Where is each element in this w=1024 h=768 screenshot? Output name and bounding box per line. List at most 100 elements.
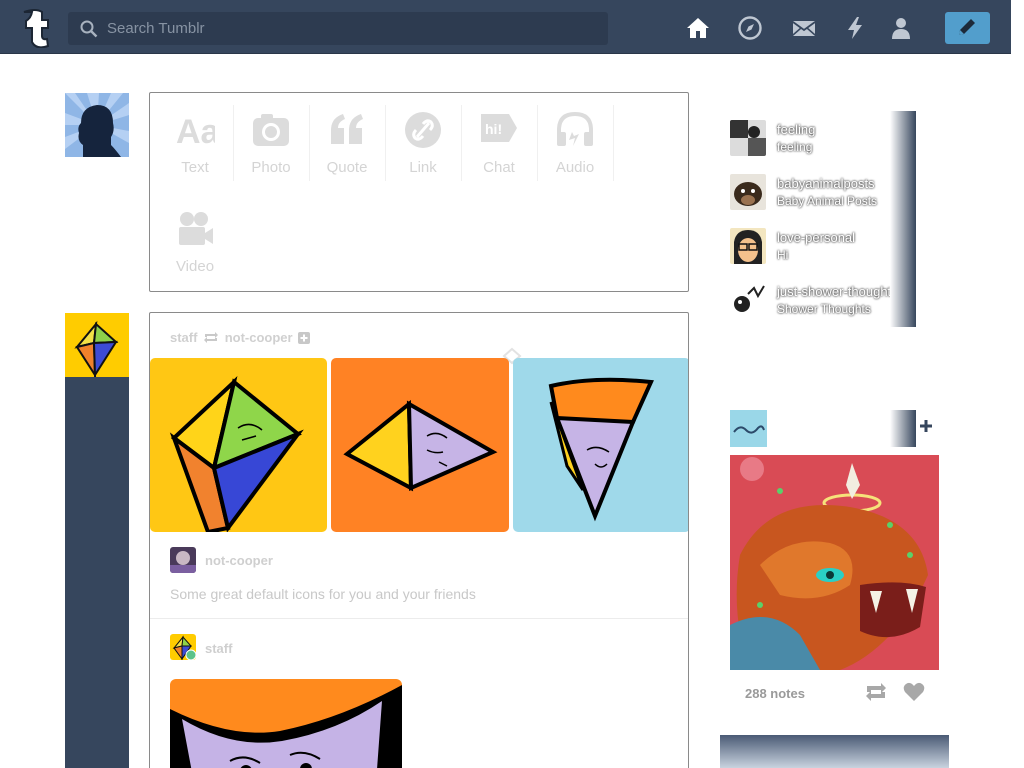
headphones-icon bbox=[557, 111, 593, 146]
lightning-icon[interactable] bbox=[842, 15, 868, 41]
staff-author-name[interactable]: staff bbox=[205, 641, 232, 656]
dashboard-post: staff not-cooper not-cooper Some great d… bbox=[149, 312, 689, 768]
blog-name: babyanimalposts bbox=[777, 176, 875, 191]
recommended-blog-just-shower-thoughts[interactable]: just-shower-thoughts Shower Thoughts bbox=[730, 273, 932, 327]
photo-blue-kite[interactable] bbox=[513, 358, 688, 532]
post-divider bbox=[150, 618, 688, 619]
blog-avatar bbox=[730, 282, 766, 318]
post-type-label: Chat bbox=[483, 159, 515, 176]
photo-yellow-kite[interactable] bbox=[150, 358, 327, 532]
radar-avatar-image bbox=[730, 410, 767, 447]
search-placeholder: Search Tumblr bbox=[107, 20, 205, 37]
search-input[interactable]: Search Tumblr bbox=[68, 12, 608, 45]
post-type-label: Audio bbox=[555, 159, 595, 176]
camera-icon bbox=[253, 114, 289, 146]
follow-plus-icon[interactable] bbox=[918, 237, 934, 253]
radar-fade bbox=[890, 410, 916, 447]
mail-icon[interactable] bbox=[791, 15, 817, 41]
post-type-link[interactable]: Link bbox=[385, 96, 461, 176]
post-type-label: Photo bbox=[251, 159, 291, 176]
text-aa-icon: Aa bbox=[176, 113, 215, 150]
follow-plus-icon[interactable] bbox=[918, 183, 934, 199]
staff-blog-avatar[interactable] bbox=[65, 313, 129, 379]
blog-name: love-personal bbox=[777, 230, 856, 245]
post-type-video[interactable]: Video bbox=[157, 195, 233, 275]
chat-icon: hi! bbox=[481, 114, 517, 142]
not-cooper-avatar[interactable] bbox=[170, 547, 196, 573]
compose-button[interactable] bbox=[945, 12, 990, 44]
follow-plus-icon[interactable] bbox=[918, 291, 934, 307]
radar-post-image[interactable] bbox=[730, 455, 939, 670]
not-cooper-avatar-image bbox=[170, 547, 196, 573]
tumblr-logo-icon[interactable] bbox=[16, 8, 52, 48]
compass-icon[interactable] bbox=[737, 15, 763, 41]
reblog-icon[interactable] bbox=[865, 682, 887, 702]
blog-avatar-column bbox=[65, 313, 129, 768]
default-avatar-silhouette bbox=[65, 93, 129, 157]
post-type-quote[interactable]: Quote bbox=[309, 96, 385, 176]
blue-kite-image bbox=[548, 377, 654, 522]
post-type-audio[interactable]: Audio bbox=[537, 96, 613, 176]
blog-fade bbox=[890, 219, 916, 273]
blog-fade bbox=[890, 273, 916, 327]
divider bbox=[613, 105, 614, 181]
post-composer: Aa Text Photo Quote Link hi! Chat Audio … bbox=[149, 92, 689, 292]
post-image[interactable] bbox=[170, 679, 402, 768]
love-personal-avatar-image bbox=[730, 228, 766, 264]
staff-avatar[interactable] bbox=[170, 634, 196, 660]
blog-avatar bbox=[730, 120, 766, 156]
pencil-icon bbox=[959, 19, 975, 35]
feeling-avatar-image bbox=[730, 120, 766, 156]
blog-fade bbox=[890, 111, 916, 165]
reblog-icon bbox=[204, 332, 219, 344]
post-type-label: Text bbox=[181, 159, 209, 176]
svg-text:Aa: Aa bbox=[176, 113, 215, 150]
heart-icon[interactable] bbox=[903, 682, 925, 702]
follow-plus-icon[interactable] bbox=[918, 129, 934, 145]
blog-title: feeling bbox=[777, 140, 813, 154]
photo-orange-kite[interactable] bbox=[331, 358, 509, 532]
recommended-blog-love-personal[interactable]: love-personal Hi bbox=[730, 219, 932, 273]
post-type-chat[interactable]: hi! Chat bbox=[461, 96, 537, 176]
blog-name: just-shower-thoughts bbox=[777, 284, 898, 299]
svg-text:hi!: hi! bbox=[485, 121, 502, 137]
user-avatar[interactable] bbox=[65, 93, 129, 157]
babyanimalposts-avatar-image bbox=[730, 174, 766, 210]
sidebar-next-card[interactable] bbox=[720, 735, 949, 768]
blog-avatar bbox=[730, 174, 766, 210]
quote-icon bbox=[331, 114, 363, 144]
follow-plus-icon[interactable] bbox=[298, 331, 311, 344]
blog-fade bbox=[890, 165, 916, 219]
post-type-label: Quote bbox=[326, 159, 368, 176]
person-icon[interactable] bbox=[888, 15, 914, 41]
bear-painting-image bbox=[730, 455, 939, 670]
blog-avatar bbox=[730, 228, 766, 264]
radar-blog-avatar[interactable] bbox=[730, 410, 767, 447]
orange-kite-image bbox=[343, 399, 498, 492]
home-icon[interactable] bbox=[685, 15, 711, 41]
recommended-blog-babyanimalposts[interactable]: babyanimalposts Baby Animal Posts bbox=[730, 165, 932, 219]
reblogged-from-link[interactable]: not-cooper bbox=[225, 330, 293, 345]
blog-title: Hi bbox=[777, 248, 789, 262]
notes-count[interactable]: 288 notes bbox=[745, 686, 805, 701]
blog-title: Baby Animal Posts bbox=[777, 194, 878, 208]
video-camera-icon bbox=[179, 212, 213, 245]
link-icon bbox=[405, 112, 441, 148]
post-type-label: Video bbox=[175, 258, 215, 275]
shower-thoughts-avatar-image bbox=[730, 282, 766, 318]
reblog-author-name[interactable]: not-cooper bbox=[205, 553, 273, 568]
staff-avatar-image bbox=[172, 635, 196, 660]
follow-plus-icon[interactable] bbox=[918, 418, 934, 434]
kite-closeup-image bbox=[170, 685, 402, 768]
search-icon bbox=[80, 20, 98, 38]
post-author-link[interactable]: staff bbox=[170, 330, 197, 345]
blog-name: feeling bbox=[777, 122, 816, 137]
recommended-blog-feeling[interactable]: feeling feeling bbox=[730, 111, 932, 165]
post-type-photo[interactable]: Photo bbox=[233, 96, 309, 176]
kite-drawing-icon bbox=[74, 320, 119, 379]
post-caption: Some great default icons for you and you… bbox=[170, 586, 476, 602]
post-type-text[interactable]: Aa Text bbox=[157, 96, 233, 176]
blog-title: Shower Thoughts bbox=[777, 302, 871, 316]
post-type-label: Link bbox=[409, 159, 437, 176]
post-header: staff not-cooper bbox=[170, 329, 311, 345]
